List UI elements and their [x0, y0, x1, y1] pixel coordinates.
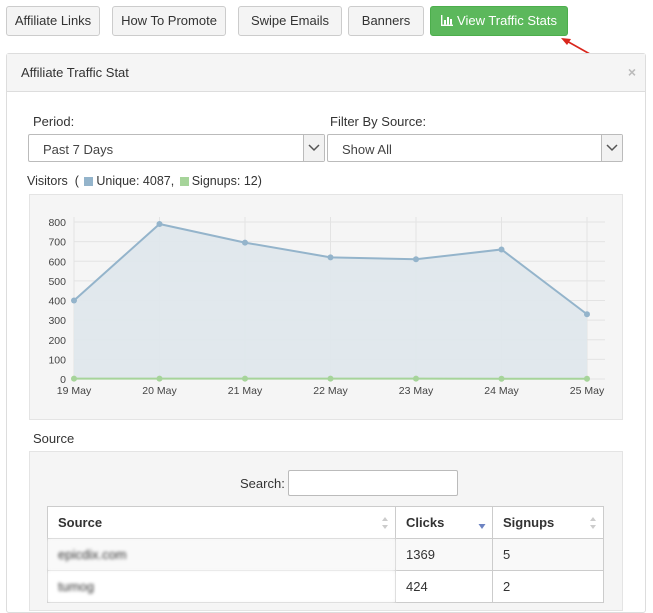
y-tick-label: 100: [48, 354, 66, 366]
y-tick-label: 500: [48, 276, 66, 288]
sort-icon: [589, 516, 597, 530]
data-point-unique: [242, 240, 248, 246]
panel-title: Affiliate Traffic Stat: [21, 65, 129, 80]
x-tick-label: 22 May: [313, 385, 348, 397]
period-select[interactable]: Past 7 Days: [28, 134, 325, 162]
close-icon[interactable]: ×: [628, 64, 636, 80]
legend-signups-swatch: [180, 177, 189, 186]
panel-header: Affiliate Traffic Stat ×: [7, 54, 645, 92]
source-cell: tumog: [48, 571, 396, 603]
x-tick-label: 19 May: [57, 385, 92, 397]
legend-unique-swatch: [84, 177, 93, 186]
chevron-down-icon[interactable]: [601, 135, 622, 161]
clicks-cell: 424: [396, 571, 493, 603]
source-filter-value: Show All: [342, 142, 392, 157]
chevron-down-icon[interactable]: [303, 135, 324, 161]
data-point-signups: [499, 376, 505, 382]
data-point-signups: [584, 376, 590, 382]
data-point-unique: [413, 256, 419, 262]
data-point-signups: [71, 376, 77, 382]
data-point-signups: [242, 376, 248, 382]
tab-banners[interactable]: Banners: [348, 6, 424, 36]
data-point-unique: [157, 221, 163, 227]
legend-signups: Signups: 12): [192, 174, 262, 188]
data-point-signups: [157, 376, 163, 382]
signups-cell: 5: [493, 539, 604, 571]
column-header-signups-label: Signups: [503, 515, 554, 530]
source-filter-select[interactable]: Show All: [327, 134, 623, 162]
y-tick-label: 300: [48, 315, 66, 327]
source-cell: epicdix.com: [48, 539, 396, 571]
column-header-source-label: Source: [58, 515, 102, 530]
data-point-signups: [328, 376, 334, 382]
search-input[interactable]: [288, 470, 458, 496]
tab-view-traffic-stats-label: View Traffic Stats: [457, 13, 557, 28]
tab-swipe-emails[interactable]: Swipe Emails: [238, 6, 342, 36]
period-label: Period:: [33, 114, 74, 129]
sort-icon: [381, 516, 389, 530]
traffic-chart-svg: 010020030040050060070080019 May20 May21 …: [30, 195, 624, 421]
data-point-unique: [584, 311, 590, 317]
period-select-value: Past 7 Days: [43, 142, 113, 157]
y-tick-label: 600: [48, 256, 66, 268]
signups-cell: 2: [493, 571, 604, 603]
sort-desc-icon: [478, 516, 486, 530]
legend-prefix: Visitors: [27, 174, 68, 188]
chart-legend: Visitors ( Unique: 4087, Signups: 12): [27, 174, 262, 188]
data-point-unique: [71, 298, 77, 304]
bar-chart-icon: [441, 8, 453, 36]
search-label: Search:: [240, 476, 285, 491]
x-tick-label: 24 May: [484, 385, 519, 397]
source-section-title: Source: [33, 431, 74, 446]
data-point-unique: [328, 254, 334, 260]
tab-how-to-promote[interactable]: How To Promote: [112, 6, 226, 36]
column-header-clicks[interactable]: Clicks: [396, 507, 493, 539]
column-header-signups[interactable]: Signups: [493, 507, 604, 539]
data-point-unique: [499, 246, 505, 252]
tab-affiliate-links[interactable]: Affiliate Links: [6, 6, 100, 36]
tab-view-traffic-stats[interactable]: View Traffic Stats: [430, 6, 568, 36]
y-tick-label: 700: [48, 237, 66, 249]
y-tick-label: 400: [48, 296, 66, 308]
data-point-signups: [413, 376, 419, 382]
column-header-source[interactable]: Source: [48, 507, 396, 539]
y-tick-label: 200: [48, 335, 66, 347]
x-tick-label: 21 May: [228, 385, 263, 397]
x-tick-label: 20 May: [142, 385, 177, 397]
y-tick-label: 800: [48, 217, 66, 229]
x-tick-label: 25 May: [570, 385, 605, 397]
clicks-cell: 1369: [396, 539, 493, 571]
column-header-clicks-label: Clicks: [406, 515, 444, 530]
source-filter-label: Filter By Source:: [330, 114, 426, 129]
table-row[interactable]: tumog 424 2: [48, 571, 604, 603]
legend-open: (: [75, 174, 79, 188]
legend-unique: Unique: 4087,: [96, 174, 174, 188]
traffic-chart: 010020030040050060070080019 May20 May21 …: [29, 194, 623, 420]
x-tick-label: 23 May: [399, 385, 434, 397]
table-row[interactable]: epicdix.com 1369 5: [48, 539, 604, 571]
source-table: Source Clicks Signups epicdix.com 1369 5…: [47, 506, 604, 603]
